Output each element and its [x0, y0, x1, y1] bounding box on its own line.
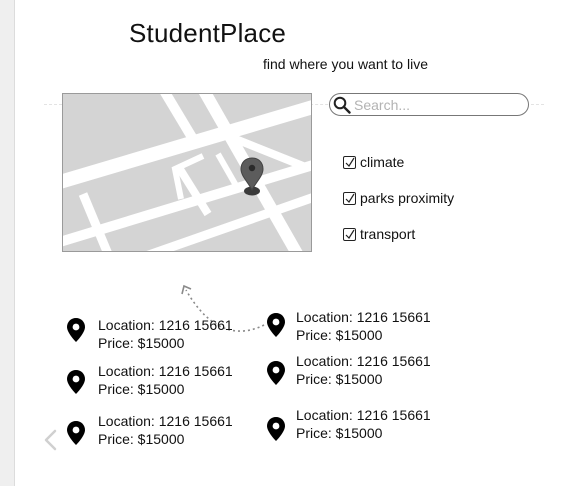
filter-transport[interactable]: transport	[343, 225, 415, 243]
map-pin-icon	[267, 417, 285, 441]
listing-price: Price: $15000	[296, 371, 383, 387]
parks-proximity-checkbox[interactable]	[343, 191, 356, 205]
app-title: StudentPlace	[129, 18, 287, 48]
filter-parks-proximity[interactable]: parks proximity	[343, 189, 454, 207]
filter-label: transport	[360, 226, 416, 242]
listing-item[interactable]: Location: 1216 15661 Price: $15000	[266, 353, 456, 400]
listing-location: Location: 1216 15661	[296, 407, 431, 423]
chevron-left-icon[interactable]	[42, 428, 60, 452]
listing-location: Location: 1216 15661	[296, 309, 431, 325]
filter-label: parks proximity	[360, 190, 455, 206]
listing-price: Price: $15000	[98, 381, 185, 397]
map-pin-icon	[67, 421, 85, 445]
listing-price: Price: $15000	[296, 327, 383, 343]
check-icon	[345, 229, 355, 239]
map-pin-icon	[67, 318, 85, 342]
map-pin-icon[interactable]	[239, 156, 265, 198]
map-pin-icon	[267, 361, 285, 385]
map-roads	[63, 94, 311, 251]
search-box[interactable]	[329, 93, 529, 116]
listing-price: Price: $15000	[296, 425, 383, 441]
listing-location: Location: 1216 15661	[98, 413, 233, 429]
listing-item[interactable]: Location: 1216 15661 Price: $15000	[66, 413, 256, 460]
check-icon	[345, 157, 355, 167]
transport-checkbox[interactable]	[343, 227, 356, 241]
search-icon[interactable]	[333, 96, 351, 114]
filter-climate[interactable]: climate	[343, 153, 404, 171]
map-pin-icon	[267, 313, 285, 337]
listing-item[interactable]: Location: 1216 15661 Price: $15000	[66, 363, 256, 409]
climate-checkbox[interactable]	[343, 155, 356, 169]
left-sidebar-edge	[0, 0, 15, 486]
listing-item[interactable]: Location: 1216 15661 Price: $15000	[66, 317, 256, 357]
listing-price: Price: $15000	[98, 431, 185, 447]
listing-location: Location: 1216 15661	[296, 353, 431, 369]
listing-item[interactable]: Location: 1216 15661 Price: $15000	[266, 309, 456, 352]
app-tagline: find where you want to live	[263, 56, 428, 72]
map-view[interactable]	[62, 93, 312, 252]
search-input[interactable]	[354, 96, 522, 113]
listing-item[interactable]: Location: 1216 15661 Price: $15000	[266, 407, 456, 456]
listing-price: Price: $15000	[98, 335, 185, 351]
listing-location: Location: 1216 15661	[98, 317, 233, 333]
check-icon	[345, 193, 355, 203]
map-pin-icon	[67, 370, 85, 394]
listing-location: Location: 1216 15661	[98, 363, 233, 379]
filter-label: climate	[360, 154, 405, 170]
